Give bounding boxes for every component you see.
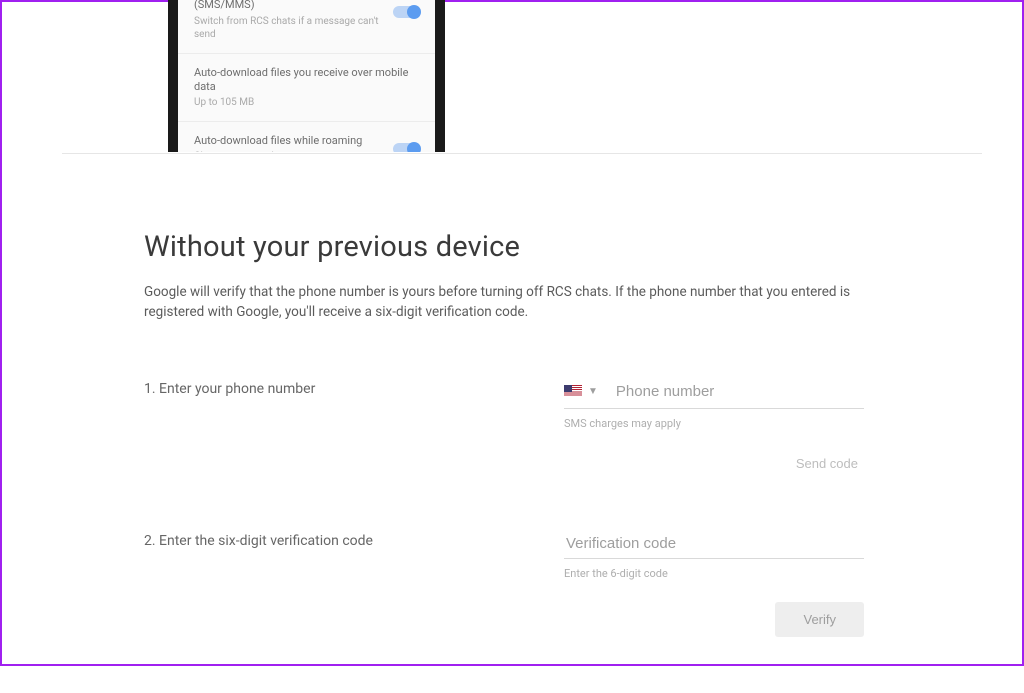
chevron-down-icon: ▼ <box>588 386 598 397</box>
verification-code-input[interactable] <box>564 531 864 559</box>
setting-row-auto-download-mobile[interactable]: Auto-download files you receive over mob… <box>178 54 435 123</box>
step-2: 2. Enter the six-digit verification code… <box>144 531 880 637</box>
send-code-button[interactable]: Send code <box>790 452 864 475</box>
setting-row-resend-sms[interactable]: Automatically resend as text (SMS/MMS) S… <box>178 0 435 54</box>
phone-mockup: Automatically resend as text (SMS/MMS) S… <box>168 0 445 152</box>
code-hint: Enter the 6-digit code <box>564 567 880 580</box>
phone-hint: SMS charges may apply <box>564 417 880 430</box>
phone-frame: Automatically resend as text (SMS/MMS) S… <box>168 0 445 152</box>
setting-subtitle: Charges may apply <box>194 150 385 152</box>
setting-subtitle: Switch from RCS chats if a message can't… <box>194 15 385 41</box>
section-heading: Without your previous device <box>144 230 880 264</box>
setting-title: Auto-download files while roaming <box>194 134 385 148</box>
setting-row-auto-download-roaming[interactable]: Auto-download files while roaming Charge… <box>178 122 435 152</box>
step-1-label: 1. Enter your phone number <box>144 379 564 475</box>
step-1: 1. Enter your phone number ▼ SMS charges… <box>144 379 880 475</box>
phone-number-input[interactable] <box>604 379 864 404</box>
verify-button[interactable]: Verify <box>775 602 864 637</box>
country-select[interactable]: ▼ <box>564 383 604 399</box>
setting-title: Automatically resend as text (SMS/MMS) <box>194 0 385 13</box>
flag-us-icon <box>564 385 582 397</box>
phone-number-field: ▼ <box>564 379 864 409</box>
toggle-switch[interactable] <box>393 6 419 18</box>
main-content: Without your previous device Google will… <box>144 230 880 693</box>
step-2-label: 2. Enter the six-digit verification code <box>144 531 564 637</box>
section-description: Google will verify that the phone number… <box>144 282 880 323</box>
phone-screen: Automatically resend as text (SMS/MMS) S… <box>178 0 435 152</box>
toggle-switch[interactable] <box>393 143 419 152</box>
section-divider <box>62 153 982 154</box>
setting-subtitle: Up to 105 MB <box>194 96 419 109</box>
setting-title: Auto-download files you receive over mob… <box>194 66 419 95</box>
